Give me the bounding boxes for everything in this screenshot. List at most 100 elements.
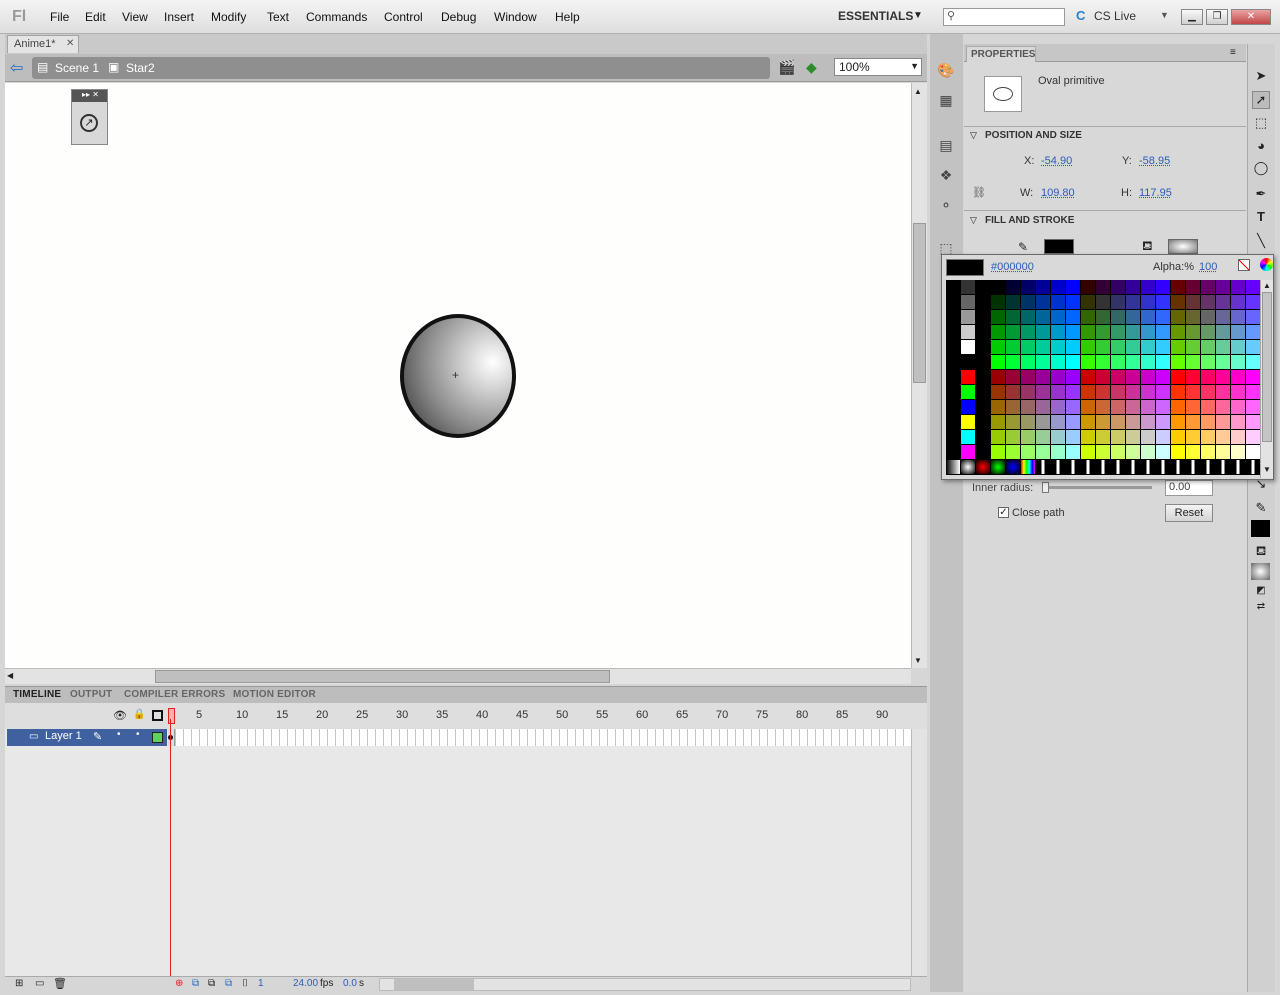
color-swatch[interactable] xyxy=(1006,310,1021,325)
color-swatch[interactable] xyxy=(1051,355,1066,370)
color-swatch[interactable] xyxy=(946,295,961,310)
color-swatch[interactable] xyxy=(1126,400,1141,415)
color-swatch[interactable] xyxy=(1171,430,1186,445)
outline-icon[interactable] xyxy=(152,710,163,721)
color-swatch[interactable] xyxy=(1051,325,1066,340)
color-swatch[interactable] xyxy=(1021,415,1036,430)
maximize-button[interactable]: ❐ xyxy=(1206,9,1228,25)
color-swatch[interactable] xyxy=(1021,325,1036,340)
center-frame-icon[interactable]: ⊕ xyxy=(175,978,183,989)
color-swatch[interactable] xyxy=(1246,340,1261,355)
color-swatch[interactable] xyxy=(1231,385,1246,400)
visibility-dot-icon[interactable]: • xyxy=(117,729,121,740)
layer-frames[interactable] xyxy=(168,729,911,746)
color-swatch[interactable] xyxy=(1111,310,1126,325)
color-swatch[interactable] xyxy=(1216,325,1231,340)
breadcrumb-symbol[interactable]: Star2 xyxy=(126,61,155,75)
color-swatch[interactable] xyxy=(1216,295,1231,310)
menu-insert[interactable]: Insert xyxy=(164,10,194,24)
color-swatch[interactable] xyxy=(1021,400,1036,415)
color-swatch[interactable] xyxy=(1216,430,1231,445)
fill-color-swatch[interactable] xyxy=(1168,239,1198,254)
color-swatch[interactable] xyxy=(1066,400,1081,415)
color-swatch[interactable] xyxy=(1171,340,1186,355)
color-swatch[interactable] xyxy=(1006,295,1021,310)
menu-control[interactable]: Control xyxy=(384,10,423,24)
color-swatch[interactable] xyxy=(1081,355,1096,370)
color-swatch[interactable] xyxy=(1141,340,1156,355)
color-swatch[interactable] xyxy=(1216,460,1231,475)
color-swatch[interactable] xyxy=(1186,355,1201,370)
color-swatch[interactable] xyxy=(1171,460,1186,475)
color-swatch[interactable] xyxy=(1201,460,1216,475)
color-swatch[interactable] xyxy=(1246,430,1261,445)
color-swatch[interactable] xyxy=(1066,310,1081,325)
color-swatch[interactable] xyxy=(1021,355,1036,370)
color-swatch[interactable] xyxy=(961,325,976,340)
color-swatch[interactable] xyxy=(1156,310,1171,325)
color-swatch[interactable] xyxy=(961,370,976,385)
color-swatch[interactable] xyxy=(991,445,1006,460)
color-swatch[interactable] xyxy=(1126,415,1141,430)
scroll-thumb[interactable] xyxy=(394,979,474,990)
color-swatch[interactable] xyxy=(1216,340,1231,355)
color-swatch[interactable] xyxy=(991,370,1006,385)
lasso-icon[interactable]: ◯ xyxy=(1252,160,1270,178)
color-swatch[interactable] xyxy=(1231,370,1246,385)
panel-menu-icon[interactable]: ≡ xyxy=(1230,47,1236,58)
color-swatch[interactable] xyxy=(1201,325,1216,340)
color-swatch[interactable] xyxy=(1006,400,1021,415)
color-swatch[interactable] xyxy=(1141,430,1156,445)
color-swatch[interactable] xyxy=(1231,355,1246,370)
tab-output[interactable]: OUTPUT xyxy=(70,689,112,700)
color-swatch[interactable] xyxy=(1036,400,1051,415)
layer-color-swatch[interactable] xyxy=(152,732,163,743)
color-swatch[interactable] xyxy=(1036,310,1051,325)
color-swatch[interactable] xyxy=(1081,385,1096,400)
minimize-button[interactable]: ▁ xyxy=(1181,9,1203,25)
color-swatch[interactable] xyxy=(1081,325,1096,340)
color-swatch[interactable] xyxy=(946,370,961,385)
color-swatch[interactable] xyxy=(1186,400,1201,415)
color-swatch[interactable] xyxy=(1006,280,1021,295)
color-swatch[interactable] xyxy=(1111,295,1126,310)
color-swatch[interactable] xyxy=(1111,340,1126,355)
x-value[interactable]: -54.90 xyxy=(1041,155,1072,167)
menu-help[interactable]: Help xyxy=(555,10,580,24)
menu-text[interactable]: Text xyxy=(267,10,289,24)
color-swatch[interactable] xyxy=(946,385,961,400)
color-swatch[interactable] xyxy=(1111,445,1126,460)
color-swatch[interactable] xyxy=(1171,385,1186,400)
color-swatch[interactable] xyxy=(976,280,991,295)
color-swatch[interactable] xyxy=(1201,445,1216,460)
color-swatch[interactable] xyxy=(1081,280,1096,295)
color-swatch[interactable] xyxy=(1006,325,1021,340)
color-swatch[interactable] xyxy=(976,460,991,475)
color-swatch[interactable] xyxy=(946,325,961,340)
color-swatch[interactable] xyxy=(961,310,976,325)
color-swatch[interactable] xyxy=(1021,280,1036,295)
slider-handle[interactable] xyxy=(1042,482,1049,493)
color-swatch[interactable] xyxy=(1096,460,1111,475)
stage-vertical-scrollbar[interactable]: ▲ ▼ xyxy=(911,83,927,668)
tab-timeline[interactable]: TIMELINE xyxy=(13,689,61,700)
color-swatch[interactable] xyxy=(991,280,1006,295)
menu-edit[interactable]: Edit xyxy=(85,10,106,24)
close-icon[interactable]: ✕ xyxy=(66,38,74,49)
color-swatch[interactable] xyxy=(1036,325,1051,340)
color-swatch[interactable] xyxy=(1246,415,1261,430)
color-swatch[interactable] xyxy=(1066,370,1081,385)
scroll-thumb[interactable] xyxy=(913,223,926,383)
color-swatch[interactable] xyxy=(1216,310,1231,325)
color-swatch[interactable] xyxy=(961,385,976,400)
color-swatch[interactable] xyxy=(1201,295,1216,310)
color-swatch[interactable] xyxy=(1006,370,1021,385)
color-swatch[interactable] xyxy=(1081,430,1096,445)
scroll-up-icon[interactable]: ▲ xyxy=(914,87,922,96)
color-swatch[interactable] xyxy=(1126,460,1141,475)
color-swatch[interactable] xyxy=(976,310,991,325)
zoom-select[interactable]: 100% ▼ xyxy=(834,58,922,76)
color-swatch[interactable] xyxy=(1156,430,1171,445)
color-swatch[interactable] xyxy=(1111,355,1126,370)
frame-ruler[interactable]: 5 10 15 20 25 30 35 40 45 50 55 60 65 70 75 80 85 90 xyxy=(168,709,911,723)
